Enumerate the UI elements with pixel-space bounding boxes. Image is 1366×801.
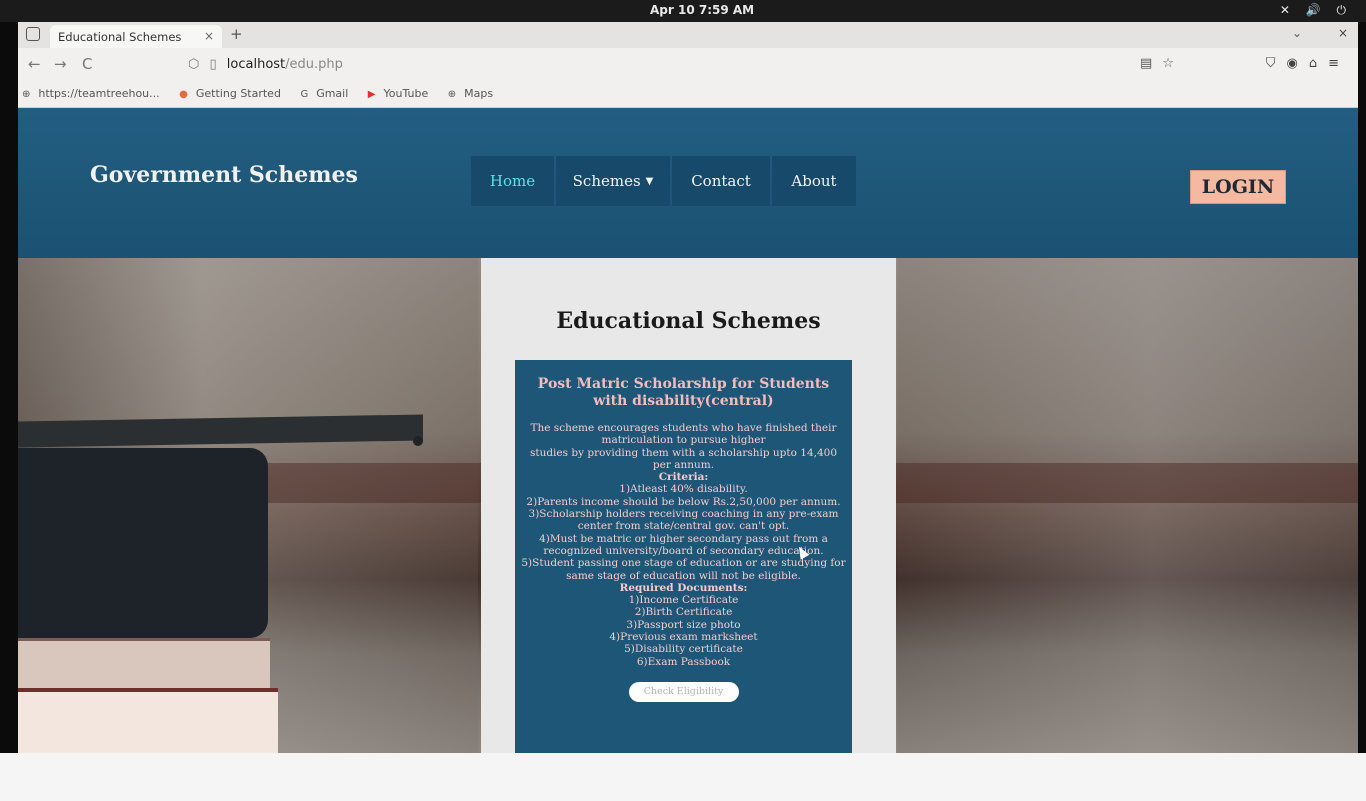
reader-and-bookmark-icons[interactable]: ▤☆ <box>1140 56 1184 71</box>
url-bar-row: ← → C ⬡ ▯ localhost/edu.php ▤☆ ⛉◉⌂≡ <box>18 48 1358 82</box>
background-light-right <box>898 258 1358 753</box>
tab-list-icon[interactable] <box>26 27 40 41</box>
login-button[interactable]: LOGIN <box>1190 170 1286 204</box>
scheme-title: Post Matric Scholarship for Students wit… <box>537 376 830 409</box>
criteria-item: 1)Atleast 40% disability. <box>619 483 748 496</box>
google-icon: G <box>300 89 309 100</box>
criteria-item: 3)Scholarship holders receiving coaching… <box>528 508 839 533</box>
document-item: 5)Disability certificate <box>624 643 743 656</box>
toolbar-icons[interactable]: ⛉◉⌂≡ <box>1266 56 1350 71</box>
tab-strip: Educational Schemes × + ⌄ × <box>18 22 1358 48</box>
new-tab-button[interactable]: + <box>230 25 243 43</box>
criteria-heading: Criteria: <box>658 471 709 484</box>
monitor-bezel-right <box>1358 22 1366 753</box>
document-item: 3)Passport size photo <box>626 618 741 631</box>
forward-button[interactable]: → <box>54 55 67 73</box>
scheme-text-line: studies by providing them with a scholar… <box>529 446 838 471</box>
tab-educational-schemes[interactable]: Educational Schemes × <box>50 25 222 48</box>
monitor-bezel-bottom <box>0 753 1366 801</box>
book-image <box>18 448 268 638</box>
reload-button[interactable]: C <box>82 55 92 73</box>
tab-close-icon[interactable]: × <box>204 29 214 43</box>
document-item: 1)Income Certificate <box>628 594 739 607</box>
document-item: 6)Exam Passbook <box>636 655 731 668</box>
bookmarks-bar: ⊕ https://teamtreehou... ● Getting Started… <box>18 82 1358 106</box>
os-top-bar: Apr 10 7:59 AM ✕ 🔊 ⏻ <box>0 0 1366 22</box>
tab-title: Educational Schemes <box>58 30 182 44</box>
nav-about[interactable]: About <box>772 156 856 206</box>
bookmark-item[interactable]: ⊕ https://teamtreehou... <box>22 87 168 100</box>
criteria-item: 5)Student passing one stage of education… <box>521 557 846 582</box>
shield-icon[interactable]: ⬡ <box>188 57 199 72</box>
browser-chrome: Educational Schemes × + ⌄ × ← → C ⬡ ▯ lo… <box>18 22 1358 108</box>
os-status-icons[interactable]: ✕ 🔊 ⏻ <box>1280 3 1352 18</box>
caret-down-icon: ▼ <box>645 175 654 187</box>
back-button[interactable]: ← <box>28 55 41 73</box>
globe-icon: ⊕ <box>447 89 457 100</box>
content-panel: Educational Schemes Post Matric Scholars… <box>481 258 896 753</box>
document-item: 4)Previous exam marksheet <box>609 631 758 644</box>
nav-home[interactable]: Home <box>471 156 554 206</box>
page-viewport: Government Schemes Home Schemes ▼ Contact… <box>18 108 1358 753</box>
site-header: Government Schemes Home Schemes ▼ Contact… <box>18 108 1358 258</box>
bookmark-item[interactable]: ● Getting Started <box>179 87 289 100</box>
site-brand[interactable]: Government Schemes <box>90 162 358 188</box>
criteria-item: 2)Parents income should be below Rs.2,50… <box>526 495 841 508</box>
bookmark-item[interactable]: G Gmail <box>300 87 356 100</box>
nav-schemes-label: Schemes <box>572 172 641 190</box>
scheme-text-line: The scheme encourages students who have … <box>530 422 837 447</box>
page-info-icon[interactable]: ▯ <box>210 57 217 72</box>
globe-icon: ⊕ <box>22 89 31 100</box>
main-nav: Home Schemes ▼ Contact About <box>471 156 856 206</box>
cap-tassel-image <box>413 436 423 446</box>
bookmark-item[interactable]: ⊕ Maps <box>448 87 501 100</box>
nav-contact[interactable]: Contact <box>672 156 770 206</box>
documents-heading: Required Documents: <box>619 581 748 594</box>
window-close-button[interactable]: × <box>1338 26 1348 40</box>
url-host: localhost <box>226 57 286 72</box>
tab-dropdown-icon[interactable]: ⌄ <box>1292 26 1302 40</box>
book-image <box>18 638 270 688</box>
youtube-icon: ▶ <box>367 89 376 100</box>
check-eligibility-button[interactable]: Check Eligibility <box>628 681 739 702</box>
bookmark-item[interactable]: ▶ YouTube <box>368 87 436 100</box>
address-bar[interactable]: ⬡ ▯ localhost/edu.php <box>180 53 1190 77</box>
nav-schemes[interactable]: Schemes ▼ <box>556 156 670 206</box>
scheme-description: The scheme encourages students who have … <box>521 422 846 668</box>
url-path: /edu.php <box>285 57 343 72</box>
document-item: 2)Birth Certificate <box>634 606 733 619</box>
firefox-icon: ● <box>179 89 188 100</box>
monitor-bezel-left <box>0 22 18 753</box>
os-clock: Apr 10 7:59 AM <box>650 3 755 17</box>
page-title: Educational Schemes <box>556 308 821 334</box>
book-image <box>18 688 278 753</box>
